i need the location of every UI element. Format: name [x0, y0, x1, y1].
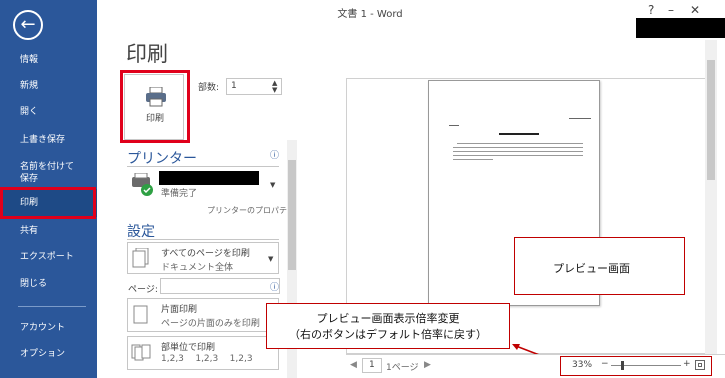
collate-icon	[131, 344, 151, 361]
chevron-down-icon: ▼	[268, 255, 274, 263]
zoom-percent[interactable]: 33%	[572, 360, 592, 370]
one-sided-icon	[133, 305, 148, 324]
close-button[interactable]: ✕	[690, 3, 700, 17]
window-title: 文書 1 - Word	[337, 9, 403, 20]
print-range-sub: ドキュメント全体	[161, 263, 234, 273]
zoom-in-icon[interactable]: +	[683, 359, 691, 369]
nav-item-save[interactable]: 上書き保存	[0, 134, 97, 146]
nav-item-open[interactable]: 開く	[0, 106, 97, 118]
printer-properties-link[interactable]: プリンターのプロパティ	[207, 205, 295, 216]
preview-callout: プレビュー画面	[514, 237, 685, 295]
copies-spinner[interactable]: 1 ▲ ▼	[226, 78, 282, 95]
nav-item-info[interactable]: 情報	[0, 54, 97, 66]
collate-sub: 1,2,3 1,2,3 1,2,3	[161, 354, 253, 364]
back-arrow-icon: ←	[20, 14, 36, 35]
pages-icon	[132, 248, 149, 268]
printer-status-icon	[132, 173, 153, 196]
fit-page-icon[interactable]	[695, 360, 705, 370]
zoom-callout-line2: （右のボタンはデフォルト倍率に戻す）	[289, 328, 487, 341]
nav-separator	[18, 306, 86, 307]
sided-main: 片面印刷	[161, 305, 198, 315]
next-page-icon[interactable]: ▶	[424, 360, 431, 370]
zoom-out-icon[interactable]: −	[601, 359, 609, 369]
nav-item-new[interactable]: 新規	[0, 80, 97, 92]
zoom-callout: プレビュー画面表示倍率変更 （右のボタンはデフォルト倍率に戻す）	[266, 303, 510, 349]
nav-item-export[interactable]: エクスポート	[0, 251, 97, 263]
help-button[interactable]: ?	[648, 3, 654, 17]
copies-label: 部数:	[198, 83, 220, 93]
pages-input[interactable]	[160, 278, 280, 294]
print-range-select[interactable]: すべてのページを印刷 ドキュメント全体 ▼	[127, 242, 279, 274]
settings-rule	[127, 239, 279, 240]
collate-select[interactable]: 部単位で印刷 1,2,3 1,2,3 1,2,3	[127, 336, 279, 370]
page-count: 1ページ	[386, 363, 419, 373]
printer-select[interactable]: 準備完了 ▼	[127, 168, 279, 200]
nav-item-close[interactable]: 閉じる	[0, 278, 97, 290]
settings-section-title: 設定	[127, 224, 155, 240]
printer-info-icon[interactable]: ⓘ	[270, 148, 279, 161]
sided-select[interactable]: 片面印刷 ページの片面のみを印刷	[127, 298, 279, 332]
printer-status: 準備完了	[161, 189, 198, 199]
page-title: 印刷	[126, 42, 168, 66]
nav-item-share[interactable]: 共有	[0, 225, 97, 237]
sided-sub: ページの片面のみを印刷	[161, 319, 260, 329]
zoom-slider-thumb[interactable]	[621, 361, 624, 370]
zoom-callout-line1: プレビュー画面表示倍率変更	[316, 312, 460, 325]
page-number-input[interactable]: 1	[362, 358, 382, 373]
pages-info-icon[interactable]: ⓘ	[270, 280, 279, 293]
printer-rule	[127, 166, 279, 167]
redacted-printer-name	[159, 171, 259, 185]
spin-down-icon[interactable]: ▼	[272, 86, 277, 94]
minimize-button[interactable]: –	[668, 3, 674, 17]
collate-main: 部単位で印刷	[161, 343, 216, 353]
print-range-main: すべてのページを印刷	[161, 249, 250, 259]
chevron-down-icon: ▼	[270, 181, 276, 189]
nav-item-account[interactable]: アカウント	[0, 322, 97, 334]
redacted-account	[636, 18, 725, 38]
copies-value: 1	[231, 81, 237, 91]
scrollbar-thumb[interactable]	[288, 160, 296, 270]
back-button[interactable]: ←	[13, 10, 43, 40]
print-button-highlight	[120, 70, 190, 143]
printer-section-title: プリンター	[127, 151, 197, 167]
page-number-value: 1	[369, 360, 375, 370]
prev-page-icon[interactable]: ◀	[350, 360, 357, 370]
nav-print-highlight	[0, 187, 96, 219]
preview-scrollbar[interactable]	[705, 40, 717, 356]
pages-label: ページ:	[128, 285, 158, 295]
preview-callout-text: プレビュー画面	[553, 262, 630, 275]
preview-scrollbar-thumb[interactable]	[707, 60, 715, 180]
nav-item-options[interactable]: オプション	[0, 348, 97, 360]
nav-item-save-as[interactable]: 名前を付けて 保存	[0, 161, 97, 185]
